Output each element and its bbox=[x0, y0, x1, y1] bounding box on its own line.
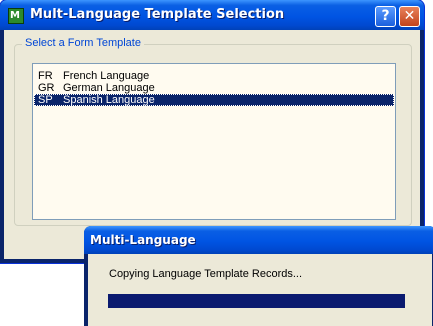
progress-bar bbox=[108, 294, 405, 308]
dialog-title: Multi-Language bbox=[90, 233, 196, 247]
dialog-client: Copying Language Template Records... bbox=[88, 254, 432, 326]
template-name: German Language bbox=[63, 82, 155, 94]
dialog-title-bar[interactable]: Multi-Language bbox=[84, 226, 433, 254]
list-item[interactable]: FR French Language bbox=[34, 70, 394, 82]
group-label: Select a Form Template bbox=[22, 37, 144, 49]
list-item[interactable]: GR German Language bbox=[34, 82, 394, 94]
progress-bar-fill bbox=[108, 294, 405, 308]
title-bar[interactable]: M Mult-Language Template Selection ? ✕ bbox=[0, 0, 424, 30]
window-title: Mult-Language Template Selection bbox=[30, 7, 285, 22]
template-list[interactable]: FR French Language GR German Language SP… bbox=[32, 63, 396, 220]
template-code: FR bbox=[38, 70, 53, 82]
progress-dialog: Multi-Language Copying Language Template… bbox=[84, 226, 433, 326]
close-button[interactable]: ✕ bbox=[399, 6, 420, 27]
template-name: French Language bbox=[63, 70, 150, 82]
app-icon-letter: M bbox=[10, 10, 20, 21]
template-name: Spanish Language bbox=[63, 94, 155, 106]
list-item-selected[interactable]: SP Spanish Language bbox=[34, 94, 394, 106]
help-button[interactable]: ? bbox=[375, 6, 396, 27]
app-icon: M bbox=[8, 8, 24, 24]
status-message: Copying Language Template Records... bbox=[109, 268, 303, 280]
main-window: M Mult-Language Template Selection ? ✕ S… bbox=[0, 0, 424, 263]
template-code: SP bbox=[38, 94, 53, 106]
template-code: GR bbox=[38, 82, 55, 94]
window-client: Select a Form Template FR French Languag… bbox=[4, 30, 420, 259]
